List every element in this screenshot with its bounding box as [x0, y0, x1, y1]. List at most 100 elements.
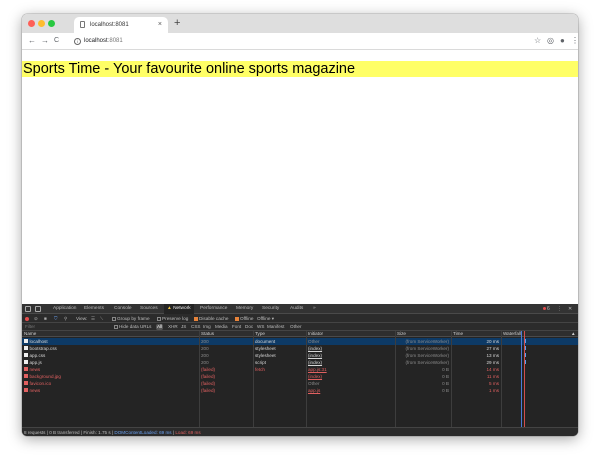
filter-type-other[interactable]: Other — [290, 323, 302, 331]
tab-performance[interactable]: Performance — [200, 304, 227, 314]
filter-type-xhr[interactable]: XHR — [168, 323, 178, 331]
bookmark-star-icon[interactable]: ☆ — [534, 35, 541, 47]
tab-audits[interactable]: Audits — [290, 304, 303, 314]
filter-type-css[interactable]: CSS — [191, 323, 200, 331]
filter-type-ws[interactable]: WS — [257, 323, 264, 331]
filter-input[interactable]: Filter — [24, 324, 110, 330]
cell-status: (failed) — [201, 387, 216, 393]
tab-console[interactable]: Console — [114, 304, 132, 314]
tab-memory[interactable]: Memory — [236, 304, 253, 314]
forward-button[interactable]: → — [41, 35, 49, 47]
record-icon[interactable] — [25, 316, 29, 321]
back-button[interactable]: ← — [28, 35, 36, 47]
sort-ascending-icon[interactable]: ▲ — [571, 331, 576, 337]
table-row[interactable]: favicon.ico (failed) Other 0 B 5 ms — [22, 380, 578, 387]
devtools-menu-icon[interactable]: ⋮ — [557, 304, 562, 314]
close-devtools-icon[interactable]: ✕ — [568, 304, 572, 314]
filter-type-manifest[interactable]: Manifest — [267, 323, 284, 331]
reload-button[interactable]: C — [54, 35, 59, 47]
column-status[interactable]: Status — [201, 331, 214, 337]
tab-security[interactable]: Security — [262, 304, 279, 314]
column-name[interactable]: Name — [24, 331, 36, 337]
tab-close-icon[interactable]: × — [158, 17, 162, 33]
disable-cache-checkbox[interactable]: Disable cache — [194, 314, 228, 323]
tab-sources[interactable]: Sources — [140, 304, 158, 314]
column-initiator[interactable]: Initiator — [308, 331, 323, 337]
file-icon — [24, 359, 28, 364]
close-window-button[interactable] — [28, 20, 35, 27]
url-port: :8081 — [107, 38, 123, 44]
device-toolbar-icon[interactable] — [35, 306, 41, 312]
cell-initiator[interactable]: Other — [308, 380, 393, 387]
table-row[interactable]: news (failed) app.js 0 B 1 ms — [22, 387, 578, 394]
cell-initiator[interactable]: (index) — [308, 345, 393, 352]
tab-application[interactable]: Application — [53, 304, 76, 314]
tab-network[interactable]: ▲ Network — [164, 304, 194, 314]
throttling-value: Offline — [257, 316, 271, 321]
filter-type-img[interactable]: Img — [203, 323, 211, 331]
cell-initiator[interactable]: app.js:31 — [308, 366, 393, 373]
error-counter[interactable]: 6 — [543, 304, 550, 314]
column-type[interactable]: Type — [255, 331, 265, 337]
hide-data-urls-checkbox[interactable]: Hide data URLs — [114, 323, 151, 331]
cell-initiator[interactable]: Other — [308, 338, 393, 345]
network-status-bar: 8 requests | 0 B transferred | Finish: 1… — [22, 427, 578, 436]
filter-type-media[interactable]: Media — [215, 323, 228, 331]
search-icon[interactable]: ⚲ — [64, 314, 67, 323]
offline-checkbox[interactable]: Offline — [235, 314, 253, 323]
profile-icon[interactable]: ● — [560, 35, 565, 47]
column-divider — [501, 331, 502, 427]
clear-icon[interactable]: ⊘ — [34, 314, 38, 323]
browser-tab[interactable]: localhost:8081 × — [74, 17, 168, 33]
overview-icon[interactable]: ⟍ — [100, 314, 103, 323]
tab-network-label: Network — [173, 306, 191, 311]
new-tab-button[interactable]: + — [174, 16, 180, 30]
column-waterfall[interactable]: Waterfall — [503, 331, 521, 337]
cell-initiator[interactable]: app.js — [308, 387, 393, 394]
inspect-element-icon[interactable] — [25, 306, 31, 312]
hide-data-urls-label: Hide data URLs — [119, 324, 152, 329]
preserve-log-checkbox[interactable]: Preserve log — [157, 314, 188, 323]
screenshot-icon[interactable]: ■ — [44, 314, 47, 323]
cell-name: background.jpg — [24, 373, 196, 380]
column-time[interactable]: Time — [453, 331, 463, 337]
table-row[interactable]: background.jpg (failed) (index) 0 B 11 ms — [22, 373, 578, 380]
checkbox-icon — [114, 324, 118, 329]
browser-menu-icon[interactable]: ⋮ — [571, 35, 578, 47]
offline-label: Offline — [240, 316, 254, 321]
cell-status: (failed) — [201, 366, 216, 372]
filter-type-js[interactable]: JS — [181, 323, 186, 331]
column-divider — [306, 331, 307, 427]
filter-type-font[interactable]: Font — [232, 323, 241, 331]
column-size[interactable]: Size — [397, 331, 406, 337]
checkbox-icon — [112, 316, 116, 321]
address-bar[interactable]: i localhost:8081 — [72, 35, 528, 47]
table-row[interactable]: news (failed) fetch app.js:31 0 B 14 ms — [22, 366, 578, 373]
more-tabs-icon[interactable]: » — [313, 304, 316, 314]
table-row[interactable]: app.js 200 script (index) (from ServiceWorke… — [22, 359, 578, 366]
group-by-frame-checkbox[interactable]: Group by frame — [112, 314, 150, 323]
table-row[interactable]: app.css 200 stylesheet (index) (from Service… — [22, 352, 578, 359]
info-icon[interactable]: i — [74, 37, 81, 45]
cell-size: (from ServiceWorker) — [405, 352, 449, 358]
cell-initiator[interactable]: (index) — [308, 352, 393, 359]
extension-icon[interactable]: ◎ — [547, 35, 554, 47]
zoom-window-button[interactable] — [48, 20, 55, 27]
filter-icon[interactable]: ⛉ — [54, 314, 58, 323]
throttling-select[interactable]: Offline ▾ — [257, 314, 274, 323]
checkbox-checked-icon — [235, 316, 239, 321]
tab-elements[interactable]: Elements — [84, 304, 104, 314]
cell-time: 29 ms — [486, 359, 499, 365]
file-icon — [24, 380, 28, 385]
table-row[interactable]: bootstrap.css 200 stylesheet (index) (from S… — [22, 345, 578, 352]
filter-type-all[interactable]: All — [156, 324, 164, 330]
minimize-window-button[interactable] — [38, 20, 45, 27]
url-host: localhost — [84, 38, 108, 44]
cell-initiator[interactable]: (index) — [308, 359, 393, 366]
table-row[interactable]: localhost 200 document Other (from ServiceWo… — [22, 337, 578, 345]
cell-initiator[interactable]: (index) — [308, 373, 393, 380]
filter-type-doc[interactable]: Doc — [245, 323, 253, 331]
cell-size: 0 B — [442, 387, 449, 393]
large-rows-icon[interactable]: ☰ — [91, 314, 95, 323]
cell-time: 20 ms — [486, 338, 499, 344]
